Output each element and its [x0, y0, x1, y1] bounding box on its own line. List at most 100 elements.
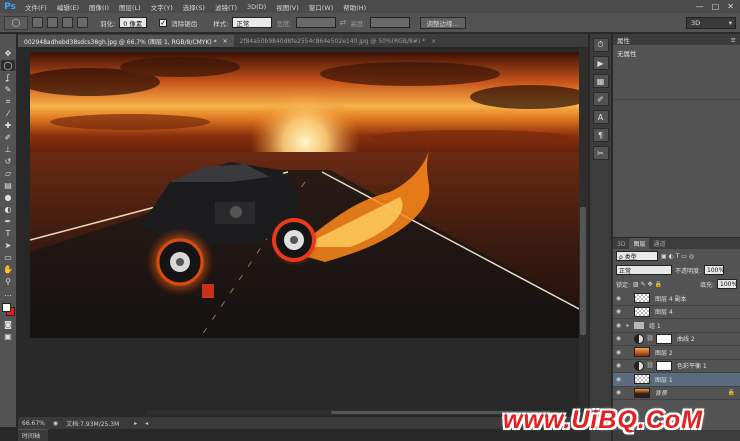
blur-icon[interactable]: ● — [1, 192, 15, 203]
menu-type[interactable]: 文字(Y) — [146, 2, 178, 12]
eye-icon[interactable]: ◉ — [613, 335, 624, 342]
tab-document-2[interactable]: 2f84a50b9840d8fe2554c864e502e140.jpg @ 5… — [233, 35, 443, 47]
brushes-icon[interactable]: ✐ — [592, 92, 609, 106]
pen-icon[interactable]: ✒ — [1, 216, 15, 227]
gradient-icon[interactable]: ▤ — [1, 180, 15, 191]
menu-image[interactable]: 图像(I) — [84, 2, 114, 12]
layer-row[interactable]: ◉ 背景 🔒 — [613, 387, 740, 400]
shape-icon[interactable]: ▭ — [1, 252, 15, 263]
color-swatches[interactable] — [1, 302, 15, 318]
lasso-icon[interactable]: ʆ — [1, 72, 15, 83]
zoom-icon[interactable]: ⚲ — [1, 276, 15, 287]
add-selection-button[interactable] — [47, 17, 58, 28]
width-input[interactable] — [295, 17, 336, 28]
style-select[interactable]: 正常 — [232, 17, 273, 28]
height-input[interactable] — [369, 17, 410, 28]
brush-icon[interactable]: ✐ — [1, 132, 15, 143]
layer-row[interactable]: ◉ ⛓ 曲线 2 — [613, 333, 740, 346]
subtract-selection-button[interactable] — [62, 17, 73, 28]
dodge-icon[interactable]: ◐ — [1, 204, 15, 215]
hand-icon[interactable]: ✋ — [1, 264, 15, 275]
swatches-icon[interactable]: ▦ — [592, 74, 609, 88]
eye-icon[interactable]: ◉ — [613, 376, 624, 383]
tools-icon[interactable]: ✂ — [592, 146, 609, 160]
screen-mode-icon[interactable]: ▣ — [1, 331, 15, 342]
foreground-color[interactable] — [2, 303, 11, 312]
more-tools-icon[interactable]: … — [1, 288, 15, 299]
tab-channels[interactable]: 通道 — [649, 238, 669, 249]
healing-icon[interactable]: ✚ — [1, 120, 15, 131]
layer-filter-select[interactable]: ρ 类型 — [616, 251, 658, 261]
fill-input[interactable]: 100% — [717, 279, 737, 289]
crop-icon[interactable]: ⌗ — [1, 96, 15, 107]
tab-layers[interactable]: 图层 — [629, 238, 650, 249]
layer-row[interactable]: ◉ 图层 4 副本 — [613, 292, 740, 306]
paragraph-icon[interactable]: ¶ — [592, 128, 609, 142]
minimize-button[interactable]: — — [696, 2, 704, 11]
document-canvas[interactable] — [30, 52, 581, 338]
marquee-icon[interactable]: ◯ — [1, 60, 15, 71]
menu-select[interactable]: 选择(S) — [178, 2, 210, 12]
eye-icon[interactable]: ◉ — [613, 349, 624, 356]
eye-icon[interactable]: ◉ — [613, 362, 624, 369]
quick-select-icon[interactable]: ✎ — [1, 84, 15, 95]
scrollbar-thumb[interactable] — [580, 207, 586, 335]
layer-row[interactable]: ◉ ▸ 组 1 — [613, 319, 740, 333]
swap-icon[interactable]: ⇄ — [340, 18, 347, 27]
close-button[interactable]: ✕ — [727, 2, 734, 11]
close-icon[interactable]: × — [223, 38, 228, 45]
intersect-selection-button[interactable] — [77, 17, 88, 28]
feather-input[interactable]: 0 像素 — [119, 17, 148, 28]
status-icon[interactable]: ◉ — [53, 420, 58, 427]
eye-icon[interactable]: ◉ — [613, 322, 624, 329]
eye-icon[interactable]: ◉ — [613, 389, 624, 396]
opacity-input[interactable]: 100% — [704, 265, 724, 275]
menu-edit[interactable]: 编辑(E) — [52, 2, 84, 12]
vertical-scrollbar[interactable] — [579, 47, 588, 417]
history-brush-icon[interactable]: ↺ — [1, 156, 15, 167]
stamp-icon[interactable]: ⊥ — [1, 144, 15, 155]
scroll-left-icon[interactable]: ◂ — [145, 420, 148, 427]
opacity-label: 不透明度: — [675, 267, 702, 275]
blend-mode-select[interactable]: 正常 — [616, 265, 672, 275]
quick-mask-icon[interactable]: ◙ — [1, 319, 15, 330]
layer-row-selected[interactable]: ◉ 图层 1 — [613, 373, 740, 387]
expand-icon[interactable]: ▸ — [624, 322, 632, 329]
tool-preset-picker[interactable]: ◯ — [4, 15, 28, 30]
menu-file[interactable]: 文件(F) — [20, 2, 52, 12]
tab-document-1[interactable]: 002948adhebd38sdcs38gh.jpg @ 66.7% (图层 1… — [18, 35, 234, 47]
eyedropper-icon[interactable]: ⁄ — [1, 108, 15, 119]
filter-icons[interactable]: ▣ ◐ T ▭ ◎ — [661, 253, 694, 260]
type-icon[interactable]: T — [1, 228, 15, 239]
menu-window[interactable]: 窗口(W) — [304, 2, 339, 12]
layer-row[interactable]: ◉ 图层 2 — [613, 346, 740, 360]
status-arrow-icon[interactable]: ▸ — [134, 420, 137, 427]
menu-3d[interactable]: 3D(D) — [242, 3, 271, 11]
antialias-checkbox[interactable]: ✓ — [159, 18, 168, 27]
actions-icon[interactable]: ▶ — [592, 56, 609, 70]
menu-view[interactable]: 视图(V) — [271, 2, 304, 12]
menu-layer[interactable]: 图层(L) — [114, 2, 146, 12]
canvas-area[interactable] — [18, 47, 588, 417]
eraser-icon[interactable]: ▱ — [1, 168, 15, 179]
tab-3d[interactable]: 3D — [613, 240, 629, 249]
history-icon[interactable]: ⏱ — [592, 38, 609, 52]
new-selection-button[interactable] — [32, 17, 43, 28]
refine-edge-button[interactable]: 调整边缘... — [419, 16, 466, 29]
layer-row[interactable]: ◉ ⛓ 色彩平衡 1 — [613, 360, 740, 373]
character-icon[interactable]: A — [592, 110, 609, 124]
eye-icon[interactable]: ◉ — [613, 308, 624, 315]
panel-menu-icon[interactable]: ≡ — [731, 36, 736, 44]
timeline-tab[interactable]: 时间轴 — [18, 429, 48, 441]
move-icon[interactable]: ✥ — [1, 48, 15, 59]
menu-help[interactable]: 帮助(H) — [338, 2, 371, 12]
layer-row[interactable]: ◉ 图层 4 — [613, 306, 740, 319]
eye-icon[interactable]: ◉ — [613, 295, 624, 302]
zoom-level[interactable]: 66.67% — [22, 420, 45, 427]
lock-icons[interactable]: ▨ ✎ ✥ 🔒 — [633, 281, 662, 288]
close-icon[interactable]: × — [431, 38, 436, 45]
menu-filter[interactable]: 滤镜(T) — [210, 2, 242, 12]
path-select-icon[interactable]: ➤ — [1, 240, 15, 251]
maximize-button[interactable]: □ — [712, 2, 720, 11]
workspace-select[interactable]: 3D ▾ — [686, 17, 736, 29]
